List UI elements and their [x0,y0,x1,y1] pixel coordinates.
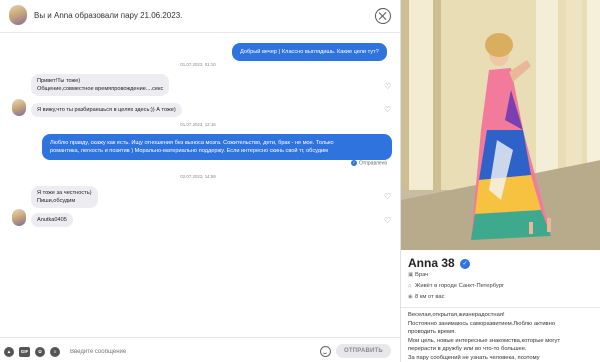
message-line: Привет!Ты тоже) [37,78,81,84]
about-line: Веселая,открытая,жизнерадостная! [408,312,505,318]
profile-about: Веселая,открытая,жизнерадостная! Постоян… [408,311,598,362]
message-outgoing: Люблю правду, скажу как есть. Ищу отноше… [42,134,392,160]
close-chat-button[interactable] [375,8,391,24]
profile-distance: ◉ 8 км от вас [408,294,444,300]
profile-name: Anna [408,256,438,270]
delivery-status: ✓ Отправлено [351,160,387,166]
location-pin-icon: ◉ [408,294,413,300]
message-line: Пиши,обсудим [37,198,76,204]
about-line: За пару сообщений не узнать человека, по… [408,354,540,361]
occupation-text: Врач [415,272,429,278]
emoji-icon[interactable] [320,346,331,357]
sender-avatar[interactable] [12,99,26,116]
profile-age: 38 [441,256,455,270]
like-heart-icon[interactable]: ♡ [384,83,391,91]
about-line: проводить время. [408,329,456,336]
message-outgoing: Добрый вечер ) Классно выглядишь. Какие … [232,43,387,61]
profile-pane: Anna 38 ✓ ▣ Врач ⌂ Живёт в городе Санкт-Пе… [400,0,600,362]
verified-icon: ✓ [460,258,471,269]
message-incoming: Я вижу,что ты разбираешься в целях здесь… [31,103,182,117]
status-label: Отправлено [359,160,388,167]
briefcase-icon: ▣ [408,272,414,278]
about-line: перерасти в дружбу или во что-то большее… [408,346,527,353]
message-input[interactable] [70,345,310,359]
profile-photo[interactable] [401,0,600,250]
message-incoming: Я тоже за честность) Пиши,обсудим [31,186,98,208]
profile-name-row: Anna 38 ✓ [408,256,471,270]
message-line: Люблю правду, скажу как есть. Ищу отноше… [50,140,334,146]
about-line: Постоянно занимаюсь саморазвитием.Люблю … [408,320,556,327]
timestamp: 01.07.2023, 01:10 [180,62,216,67]
message-list[interactable]: Добрый вечер ) Классно выглядишь. Какие … [0,33,400,337]
about-line: Мои цель, новые интересные знакомства,ко… [408,337,561,344]
home-icon: ⌂ [408,283,412,289]
message-line: Я тоже за честность) [37,190,92,196]
menu-icon[interactable]: ≡ [50,347,60,357]
timestamp: 01.07.2023, 12:16 [180,122,216,127]
attach-icon[interactable]: ▲ [4,347,14,357]
profile-occupation: ▣ Врач [408,272,428,278]
match-info-text: Вы и Anna образовали пару 21.06.2023. [34,11,183,20]
like-heart-icon[interactable]: ♡ [384,106,391,114]
message-incoming: Привет!Ты тоже) Общение,совместное время… [31,74,170,96]
message-line: Общение,совместное времяпровождение....с… [37,86,164,92]
match-avatar[interactable] [9,5,27,25]
chat-header: Вы и Anna образовали пару 21.06.2023. [0,0,400,33]
sticker-icon[interactable]: ✿ [35,347,45,357]
divider [401,307,600,308]
check-icon: ✓ [351,160,357,166]
like-heart-icon[interactable]: ♡ [384,217,391,225]
city-text: Живёт в городе Санкт-Петербург [415,283,505,289]
message-composer: ▲ GIF ✿ ≡ ОТПРАВИТЬ [0,337,400,362]
like-heart-icon[interactable]: ♡ [384,193,391,201]
timestamp: 02.07.2023, 14:59 [180,174,216,179]
chat-pane: Вы и Anna образовали пару 21.06.2023. До… [0,0,400,362]
send-button[interactable]: ОТПРАВИТЬ [336,344,391,358]
sender-avatar[interactable] [12,209,26,226]
distance-text: 8 км от вас [415,294,445,300]
profile-city: ⌂ Живёт в городе Санкт-Петербург [408,283,504,289]
gif-icon[interactable]: GIF [19,347,30,357]
message-line: романтика, легкость и позитив ) Морально… [50,148,328,154]
message-incoming: Anutka0405 [31,213,73,227]
